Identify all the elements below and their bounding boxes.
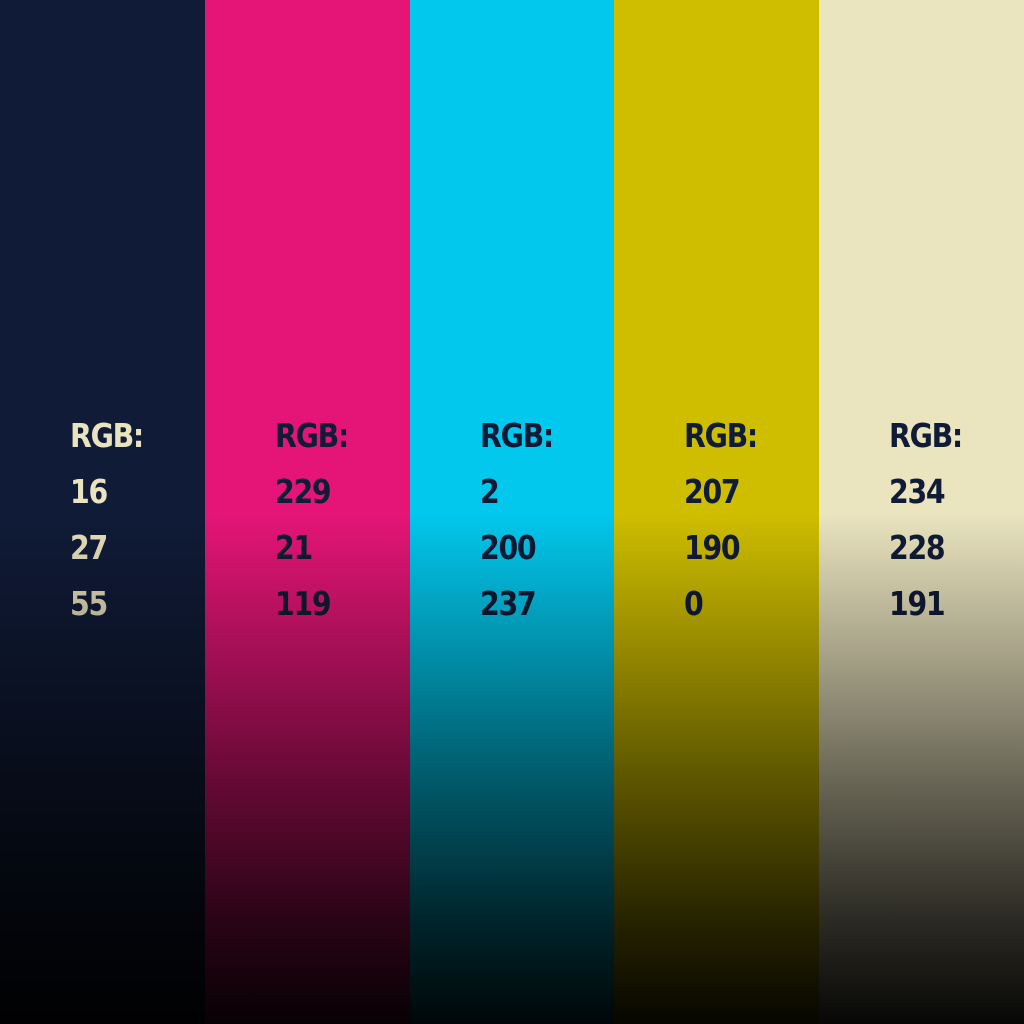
rgb-red-value: 234 — [889, 472, 946, 511]
swatch-cyan: RGB: 2 200 237 — [409, 0, 615, 1024]
rgb-blue-value: 191 — [889, 584, 946, 623]
rgb-red-value: 2 — [479, 472, 500, 511]
rgb-blue-value: 55 — [70, 584, 108, 623]
rgb-label: RGB: 2 200 237 — [479, 408, 554, 632]
swatch-yellow: RGB: 207 190 0 — [614, 0, 820, 1024]
rgb-label: RGB: 234 228 191 — [889, 408, 963, 632]
rgb-label: RGB: 207 190 0 — [684, 408, 758, 632]
rgb-heading: RGB: — [889, 416, 963, 455]
rgb-blue-value: 0 — [684, 584, 704, 623]
rgb-heading: RGB: — [479, 416, 554, 455]
rgb-green-value: 190 — [684, 528, 741, 567]
rgb-green-value: 21 — [274, 528, 313, 567]
rgb-blue-value: 119 — [274, 584, 332, 623]
rgb-green-value: 228 — [889, 528, 946, 567]
rgb-heading: RGB: — [684, 416, 758, 455]
rgb-heading: RGB: — [274, 416, 349, 455]
rgb-label: RGB: 16 27 55 — [70, 408, 144, 632]
color-palette: RGB: 16 27 55 RGB: 229 21 119 RGB: 2 200… — [0, 0, 1024, 1024]
rgb-green-value: 27 — [70, 528, 108, 567]
rgb-blue-value: 237 — [479, 584, 537, 623]
rgb-red-value: 229 — [274, 472, 332, 511]
rgb-heading: RGB: — [70, 416, 144, 455]
rgb-red-value: 207 — [684, 472, 741, 511]
rgb-red-value: 16 — [70, 472, 108, 511]
rgb-green-value: 200 — [479, 528, 537, 567]
swatch-navy: RGB: 16 27 55 — [0, 0, 205, 1024]
rgb-label: RGB: 229 21 119 — [274, 408, 349, 632]
swatch-cream: RGB: 234 228 191 — [819, 0, 1024, 1024]
swatch-magenta: RGB: 229 21 119 — [204, 0, 410, 1024]
